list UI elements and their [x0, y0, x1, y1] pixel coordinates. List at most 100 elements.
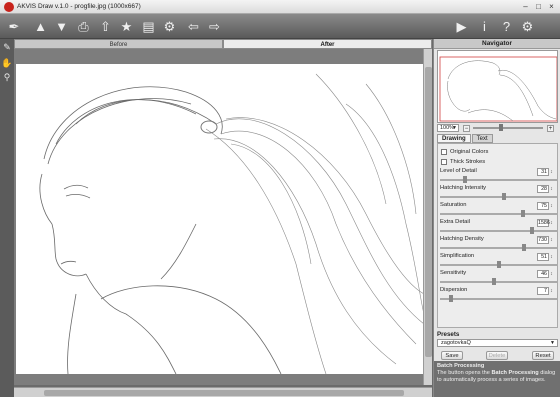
save-icon[interactable]: ▼ [52, 17, 71, 36]
spinner-icon[interactable]: ↕ [549, 202, 554, 210]
run-icon[interactable]: ▶ [452, 17, 471, 36]
param-slider-knob[interactable] [521, 210, 526, 217]
param-slider-knob[interactable] [502, 193, 507, 200]
param-value-field[interactable]: 51 [537, 253, 549, 261]
presets-title: Presets [437, 331, 460, 338]
param-value-field[interactable]: 46 [537, 270, 549, 278]
zoom-select[interactable]: 100% ▼ [437, 124, 459, 132]
param-value-field[interactable]: 28 [537, 185, 549, 193]
param-value-field[interactable]: 31 [537, 168, 549, 176]
spinner-icon[interactable]: ↕ [549, 287, 554, 295]
param-slider[interactable] [440, 295, 557, 302]
window-title: AKVIS Draw v.1.0 - progfile.jpg (1000x66… [17, 3, 141, 10]
zoom-slider[interactable] [473, 124, 543, 131]
param-slider[interactable] [440, 227, 557, 234]
param-label: Dispersion [440, 287, 468, 293]
title-bar: AKVIS Draw v.1.0 - progfile.jpg (1000x66… [0, 0, 560, 14]
help-text-bold: Batch Processing [491, 370, 539, 376]
horizontal-scroll-thumb[interactable] [44, 390, 404, 396]
param-value-field[interactable]: 75 [537, 202, 549, 210]
zoom-row: 100% ▼ − + [437, 123, 558, 133]
thick-strokes-label: Thick Strokes [450, 158, 486, 165]
info-icon[interactable]: i [475, 17, 494, 36]
app-brush-logo-icon: ✒ [8, 19, 20, 34]
tab-before[interactable]: Before [14, 39, 223, 49]
hand-icon[interactable]: ✋ [1, 57, 13, 69]
close-icon[interactable]: × [546, 2, 557, 12]
param-slider-knob[interactable] [449, 295, 454, 302]
param-slider[interactable] [440, 176, 557, 183]
tab-text[interactable]: Text [471, 134, 493, 143]
tab-drawing[interactable]: Drawing [437, 134, 471, 143]
param-label: Hatching Density [440, 236, 484, 242]
param-slider-knob[interactable] [522, 244, 527, 251]
param-label: Hatching Intensity [440, 185, 487, 191]
checkbox-box[interactable] [441, 148, 447, 155]
undo-icon[interactable]: ⇦ [184, 17, 203, 36]
tab-after[interactable]: After [223, 39, 432, 49]
maximize-icon[interactable]: □ [533, 2, 544, 12]
save-preset-button[interactable]: Save [441, 351, 463, 360]
upload-icon[interactable]: ⇧ [96, 17, 115, 36]
settings-icon[interactable]: ⚙ [160, 17, 179, 36]
spinner-icon[interactable]: ↕ [549, 236, 554, 244]
view-tabs: Before After [14, 39, 432, 49]
param-label: Saturation [440, 202, 467, 208]
zoom-out-button[interactable]: − [463, 124, 470, 132]
vertical-scroll-thumb[interactable] [425, 67, 432, 357]
param-value-field[interactable]: 7 [537, 287, 549, 295]
param-slider-knob[interactable] [496, 261, 501, 268]
preferences-icon[interactable]: ⚙ [518, 17, 537, 36]
vertical-scrollbar[interactable] [423, 49, 432, 385]
spinner-icon[interactable]: ↕ [549, 219, 554, 227]
zoom-in-button[interactable]: + [547, 124, 554, 132]
param-label: Extra Detail [440, 219, 470, 225]
batch-icon[interactable]: ▤ [139, 17, 158, 36]
minimize-icon[interactable]: – [520, 2, 531, 12]
delete-preset-button[interactable]: Delete [486, 351, 508, 360]
navigator-preview[interactable] [437, 50, 558, 123]
redo-icon[interactable]: ⇨ [205, 17, 224, 36]
canvas-area [14, 49, 432, 385]
param-slider[interactable] [440, 193, 557, 200]
pencil-sketch-image [39, 73, 424, 374]
help-title: Batch Processing [437, 363, 485, 369]
param-slider[interactable] [440, 244, 557, 251]
original-colors-label: Original Colors [450, 148, 489, 155]
image-canvas[interactable] [16, 64, 424, 374]
thick-strokes-checkbox[interactable]: Thick Strokes [441, 157, 485, 166]
spinner-icon[interactable]: ↕ [549, 253, 554, 261]
spinner-icon[interactable]: ↕ [549, 270, 554, 278]
param-slider[interactable] [440, 261, 557, 268]
param-value-field[interactable]: 1586 [537, 219, 550, 227]
spinner-icon[interactable]: ↕ [549, 168, 554, 176]
original-colors-checkbox[interactable]: Original Colors [441, 147, 488, 156]
print-icon[interactable]: ⎙ [74, 17, 93, 36]
spinner-icon[interactable]: ↕ [549, 185, 554, 193]
help-icon[interactable]: ? [497, 17, 516, 36]
preset-select[interactable]: zagotovkaQ ▼ [437, 339, 558, 347]
zoom-slider-knob[interactable] [499, 124, 504, 131]
param-label: Simplification [440, 253, 475, 259]
eraser-icon[interactable]: ✎ [1, 41, 13, 53]
horizontal-scrollbar[interactable] [14, 387, 432, 397]
open-icon[interactable]: ▲ [31, 17, 50, 36]
param-slider-knob[interactable] [462, 176, 467, 183]
param-slider[interactable] [440, 210, 557, 217]
settings-panel: Navigator 100% ▼ − + Drawing Text Origina… [433, 39, 560, 397]
param-slider[interactable] [440, 278, 557, 285]
app-logo-icon [4, 1, 14, 12]
param-slider-knob[interactable] [491, 278, 496, 285]
param-slider-knob[interactable] [530, 227, 535, 234]
chevron-down-icon: ▼ [550, 340, 555, 346]
param-label: Sensitivity [440, 270, 467, 276]
toolbar: ✒ ▲ ▼ ⎙ ⇧ ★ ▤ ⚙ ⇦ ⇨ ▶ i ? ⚙ [0, 14, 560, 39]
reset-preset-button[interactable]: Reset [532, 351, 554, 360]
navigator-thumbnail [439, 56, 557, 122]
zoom-icon[interactable]: ⚲ [1, 71, 13, 83]
left-toolbar: ✎ ✋ ⚲ [0, 39, 14, 397]
help-panel: Batch Processing The button opens the Ba… [434, 361, 560, 397]
checkbox-box[interactable] [441, 158, 447, 165]
share-icon[interactable]: ★ [117, 17, 136, 36]
param-value-field[interactable]: 730 [537, 236, 549, 244]
